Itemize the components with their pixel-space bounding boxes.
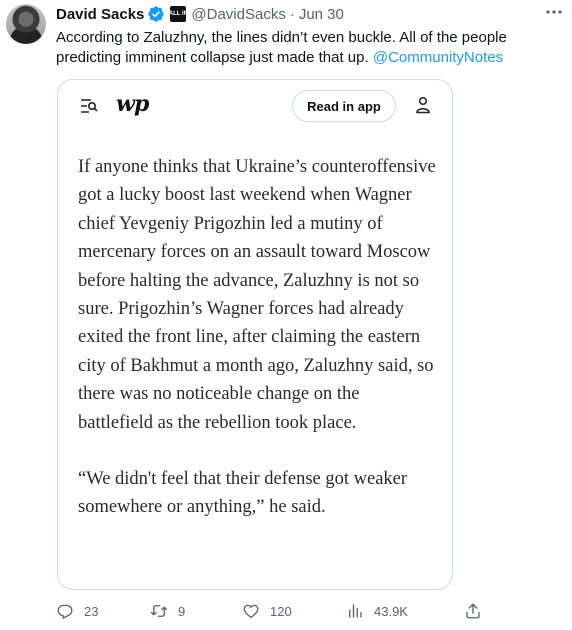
share-icon — [466, 603, 480, 619]
article-header: wp Read in app — [58, 80, 452, 132]
affiliate-badge[interactable]: ALL IN — [169, 6, 188, 22]
more-horizontal-icon[interactable] — [544, 6, 564, 18]
author-name[interactable]: David Sacks — [56, 6, 144, 23]
tweet-date[interactable]: Jun 30 — [299, 6, 344, 23]
mention-link[interactable]: @CommunityNotes — [373, 49, 503, 66]
like-count: 120 — [270, 603, 292, 619]
views-chart-icon — [349, 604, 362, 618]
verified-badge-icon[interactable] — [147, 5, 165, 23]
user-icon — [416, 96, 430, 114]
views-button[interactable]: 43.9K — [346, 602, 408, 620]
menu-search-icon — [81, 99, 98, 113]
tweet-actions: 23 9 120 43.9K — [56, 602, 486, 624]
heart-icon — [243, 604, 259, 619]
share-button[interactable] — [464, 602, 482, 620]
tweet-text: According to Zaluzhny, the lines didn’t … — [56, 28, 561, 68]
reply-count: 23 — [84, 603, 99, 619]
header-separator: · — [289, 5, 295, 23]
article-paragraph: “We didn't feel that their defense got w… — [78, 469, 408, 518]
article-paragraph: If anyone thinks that Ukraine’s countero… — [78, 157, 436, 433]
article-body: If anyone thinks that Ukraine’s countero… — [78, 153, 438, 522]
retweet-button[interactable]: 9 — [150, 602, 185, 620]
tweet-header: David Sacks ALL IN @DavidSacks · Jun 30 — [56, 4, 344, 24]
author-handle[interactable]: @DavidSacks — [191, 6, 285, 23]
washington-post-logo: wp — [116, 91, 149, 117]
like-button[interactable]: 120 — [242, 602, 292, 620]
reply-icon — [57, 604, 73, 619]
article-screenshot-card[interactable]: wp Read in app If anyone thinks that Ukr… — [57, 79, 453, 590]
view-count: 43.9K — [374, 603, 408, 619]
author-avatar[interactable] — [6, 4, 46, 44]
retweet-count: 9 — [178, 603, 186, 619]
retweet-icon — [150, 605, 168, 617]
read-in-app-button: Read in app — [292, 90, 396, 122]
reply-button[interactable]: 23 — [56, 602, 98, 620]
